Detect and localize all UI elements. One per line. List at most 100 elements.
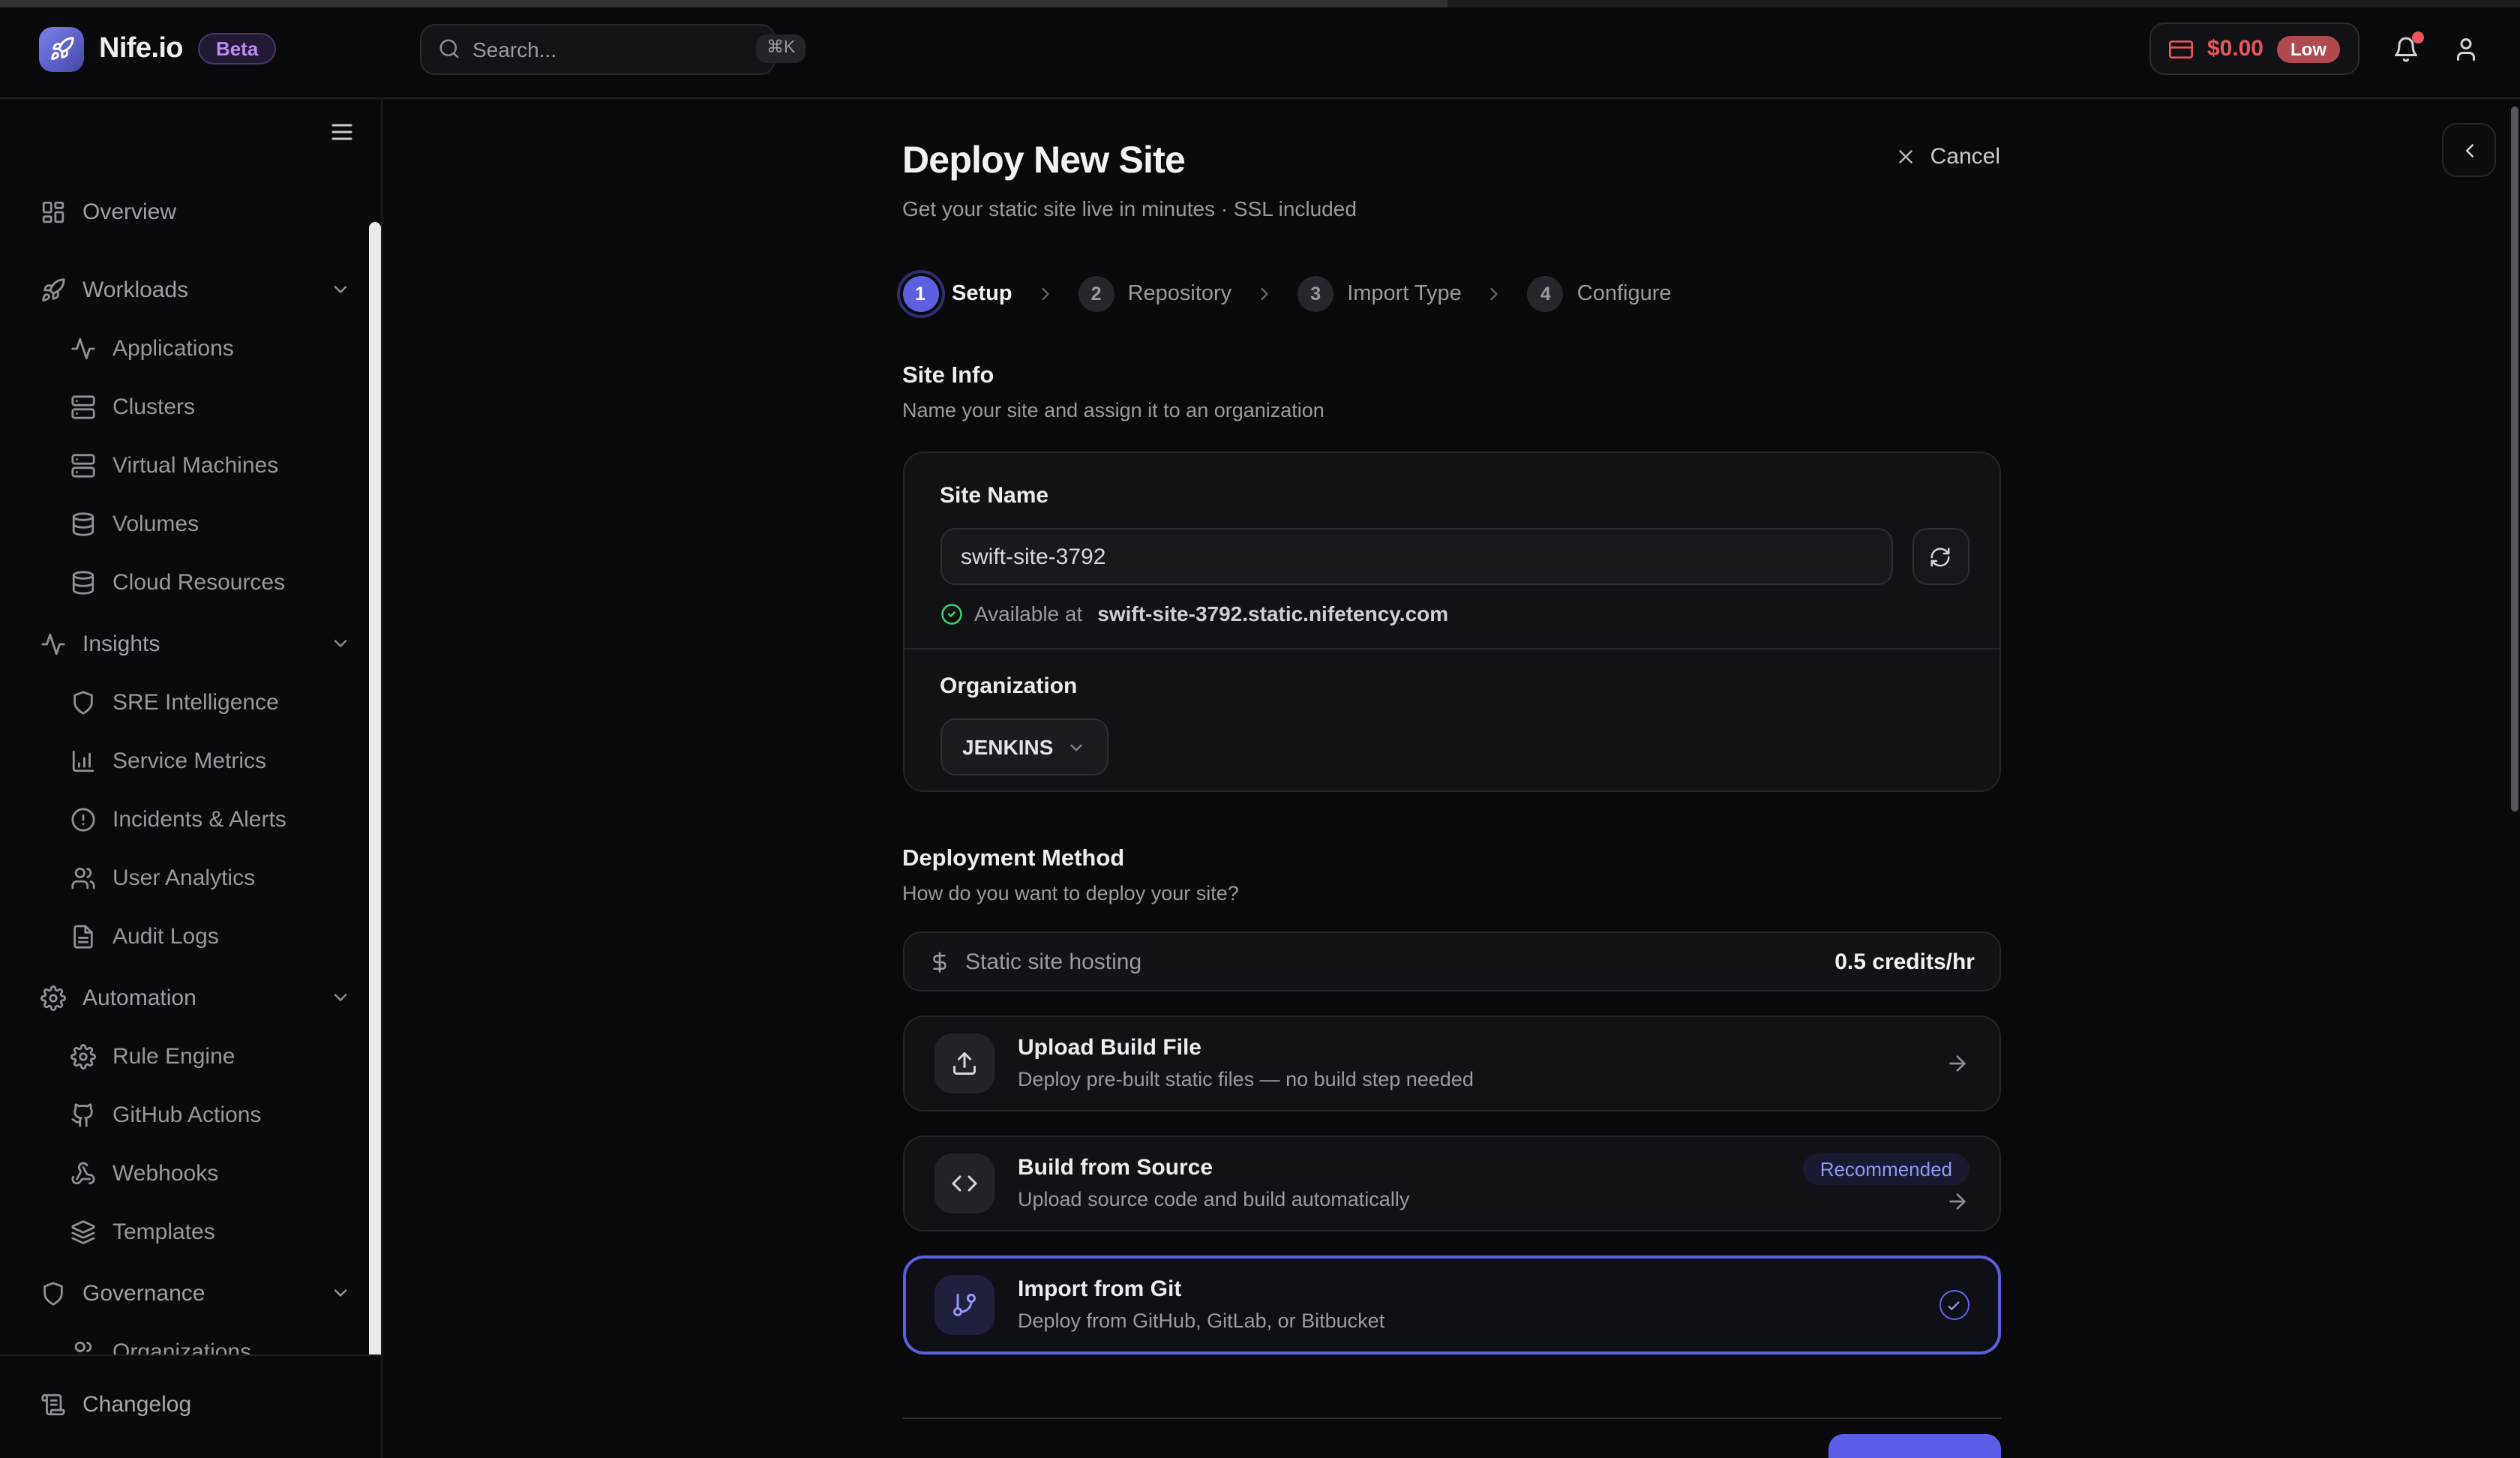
search-shortcut: ⌘K: [756, 34, 806, 64]
site-name-input[interactable]: [940, 528, 1892, 585]
method-description: Deploy from GitHub, GitLab, or Bitbucket: [1018, 1308, 1384, 1334]
method-build-from-source[interactable]: Build from Source Upload source code and…: [902, 1136, 2000, 1232]
sidebar-item-label: GitHub Actions: [112, 1102, 261, 1127]
beta-badge: Beta: [198, 33, 276, 64]
search-input[interactable]: [472, 37, 744, 61]
credits-amount: $0.00: [2207, 36, 2264, 62]
dollar-icon: [928, 950, 950, 973]
sidebar-item-label: Applications: [112, 335, 234, 361]
users-icon: [70, 1339, 96, 1354]
method-upload-build-file[interactable]: Upload Build File Deploy pre-built stati…: [902, 1016, 2000, 1112]
panel-collapse-button[interactable]: [2442, 123, 2496, 177]
search-icon: [438, 38, 460, 60]
arrow-right-icon: [1945, 1190, 1969, 1214]
availability-domain: swift-site-3792.static.nifetency.com: [1097, 602, 1448, 626]
organization-select[interactable]: JENKINS: [940, 718, 1108, 776]
sidebar-item-workloads[interactable]: Workloads: [18, 261, 363, 318]
sidebar-item-overview[interactable]: Overview: [18, 183, 363, 240]
sidebar-item-cloud-resources[interactable]: Cloud Resources: [18, 554, 363, 610]
site-name-label: Site Name: [940, 483, 1969, 510]
continue-button[interactable]: [1828, 1434, 2000, 1458]
main-panel: Deploy New Site Cancel Get your static s…: [382, 99, 2520, 1458]
sidebar-item-templates[interactable]: Templates: [18, 1203, 363, 1260]
account-button[interactable]: [2452, 35, 2480, 62]
sidebar-item-label: User Analytics: [112, 865, 255, 890]
server-icon: [70, 452, 96, 478]
site-info-card: Site Name Available at swift-site-3792.s…: [902, 452, 2000, 792]
sidebar-item-clusters[interactable]: Clusters: [18, 378, 363, 435]
close-icon: [1894, 146, 1917, 168]
sidebar-nav: Overview Workloads Applications Clusters…: [0, 165, 381, 1354]
sidebar-item-sre-intelligence[interactable]: SRE Intelligence: [18, 674, 363, 730]
sidebar-item-webhooks[interactable]: Webhooks: [18, 1144, 363, 1202]
sidebar-item-applications[interactable]: Applications: [18, 320, 363, 376]
webhook-icon: [70, 1160, 96, 1186]
step-number: 3: [1298, 276, 1334, 312]
pricing-row: Static site hosting 0.5 credits/hr: [902, 932, 2000, 992]
chevron-down-icon: [1066, 737, 1086, 757]
menu-icon: [328, 118, 356, 146]
notification-dot: [2412, 31, 2424, 43]
code-icon: [934, 1154, 994, 1214]
cancel-label: Cancel: [1930, 144, 2000, 170]
chevron-right-icon: [1254, 284, 1275, 304]
regenerate-name-button[interactable]: [1912, 528, 1969, 585]
scroll-icon: [40, 1391, 66, 1417]
activity-icon: [40, 631, 66, 656]
top-scrollbar-thumb[interactable]: [0, 0, 1448, 8]
sidebar-item-github-actions[interactable]: GitHub Actions: [18, 1086, 363, 1143]
sidebar-item-volumes[interactable]: Volumes: [18, 495, 363, 552]
gear-icon: [70, 1043, 96, 1069]
step-number: 1: [902, 276, 938, 312]
dashboard-icon: [40, 199, 66, 224]
sidebar-item-label: Volumes: [112, 511, 199, 536]
search-box[interactable]: ⌘K: [420, 23, 776, 74]
file-text-icon: [70, 923, 96, 949]
sidebar-item-virtual-machines[interactable]: Virtual Machines: [18, 436, 363, 494]
method-import-from-git[interactable]: Import from Git Deploy from GitHub, GitL…: [902, 1256, 2000, 1354]
sidebar-item-changelog[interactable]: Changelog: [18, 1374, 363, 1434]
sidebar-collapse-button[interactable]: [328, 118, 356, 146]
availability-prefix: Available at: [974, 602, 1082, 626]
sidebar-item-user-analytics[interactable]: User Analytics: [18, 849, 363, 906]
step-label: Repository: [1128, 282, 1232, 306]
sidebar: Overview Workloads Applications Clusters…: [0, 99, 382, 1458]
brand: Nife.io Beta: [0, 26, 382, 71]
chevron-down-icon: [330, 279, 351, 300]
sidebar-item-service-metrics[interactable]: Service Metrics: [18, 732, 363, 789]
step-configure[interactable]: 4 Configure: [1528, 276, 1672, 312]
sidebar-item-incidents-alerts[interactable]: Incidents & Alerts: [18, 790, 363, 848]
sidebar-item-audit-logs[interactable]: Audit Logs: [18, 908, 363, 964]
method-description: Upload source code and build automatical…: [1018, 1186, 1409, 1212]
step-repository[interactable]: 2 Repository: [1078, 276, 1232, 312]
sidebar-item-insights[interactable]: Insights: [18, 615, 363, 672]
chevron-left-icon: [2458, 139, 2480, 161]
sidebar-scrollbar[interactable]: [369, 222, 381, 1354]
shield-icon: [70, 689, 96, 715]
cancel-button[interactable]: Cancel: [1894, 144, 2000, 170]
step-import-type[interactable]: 3 Import Type: [1298, 276, 1462, 312]
page-scrollbar[interactable]: [2511, 106, 2518, 812]
sidebar-item-automation[interactable]: Automation: [18, 969, 363, 1026]
step-setup[interactable]: 1 Setup: [902, 276, 1012, 312]
sidebar-item-label: Cloud Resources: [112, 569, 285, 595]
sidebar-item-governance[interactable]: Governance: [18, 1264, 363, 1322]
sidebar-item-rule-engine[interactable]: Rule Engine: [18, 1028, 363, 1084]
sidebar-item-label: Templates: [112, 1219, 215, 1244]
step-label: Setup: [952, 282, 1012, 306]
topbar-actions: $0.00 Low: [2150, 22, 2520, 75]
sidebar-item-label: Workloads: [82, 277, 188, 302]
git-branch-icon: [934, 1275, 994, 1335]
database-icon: [70, 511, 96, 536]
layers-icon: [70, 1219, 96, 1244]
notifications-button[interactable]: [2392, 35, 2420, 62]
chevron-right-icon: [1484, 284, 1505, 304]
sidebar-item-organizations[interactable]: Organizations: [18, 1323, 363, 1354]
sidebar-item-label: Clusters: [112, 394, 195, 419]
brand-logo[interactable]: [39, 26, 84, 71]
organization-label: Organization: [940, 674, 1963, 700]
app-window: Nife.io Beta ⌘K $0.00 Low: [0, 0, 2520, 1458]
credits-pill[interactable]: $0.00 Low: [2150, 22, 2360, 75]
page-subtitle: Get your static site live in minutes · S…: [902, 195, 2000, 224]
rocket-icon: [40, 277, 66, 302]
